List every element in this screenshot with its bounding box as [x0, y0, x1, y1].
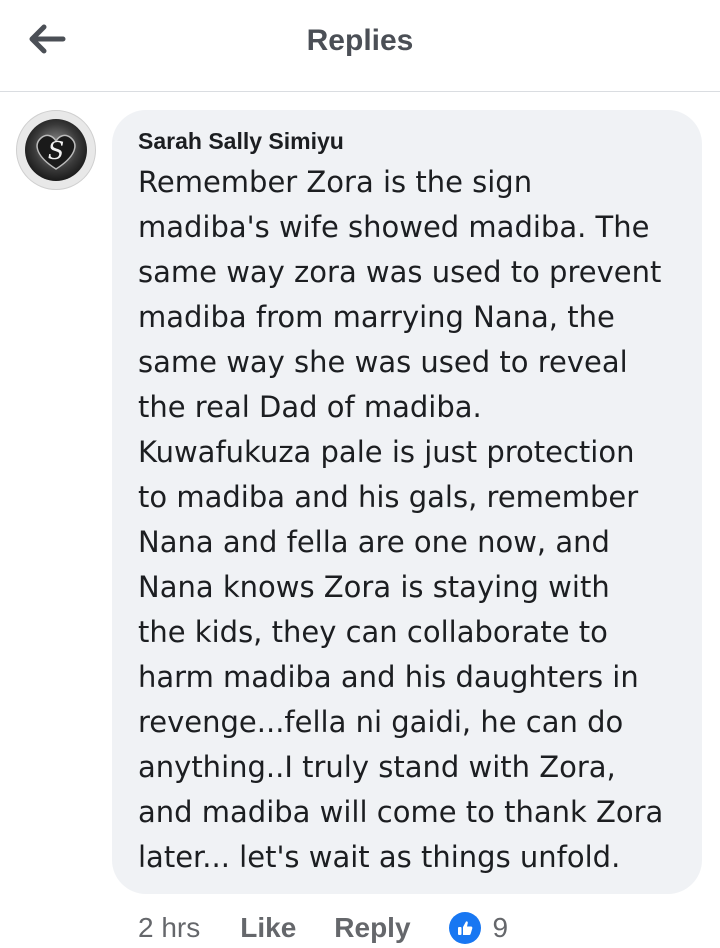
reply-bubble: Sarah Sally Simiyu Remember Zora is the … — [112, 110, 702, 894]
thumbs-up-icon — [448, 912, 481, 944]
author-name[interactable]: Sarah Sally Simiyu — [138, 128, 344, 155]
avatar[interactable]: S — [16, 110, 96, 190]
page-title: Replies — [306, 24, 414, 57]
svg-text:S: S — [48, 137, 64, 165]
like-button[interactable]: Like — [240, 912, 296, 944]
reaction-summary[interactable]: 9 — [448, 912, 509, 944]
reply-actions: 2 hrs Like Reply 9 — [138, 908, 508, 948]
profile-photo: S — [17, 111, 95, 189]
reply-button[interactable]: Reply — [334, 912, 410, 944]
top-bar: Replies — [0, 0, 720, 92]
reaction-count: 9 — [492, 912, 509, 943]
reply-text: Remember Zora is the sign madiba's wife … — [138, 165, 664, 874]
timestamp[interactable]: 2 hrs — [138, 912, 200, 944]
